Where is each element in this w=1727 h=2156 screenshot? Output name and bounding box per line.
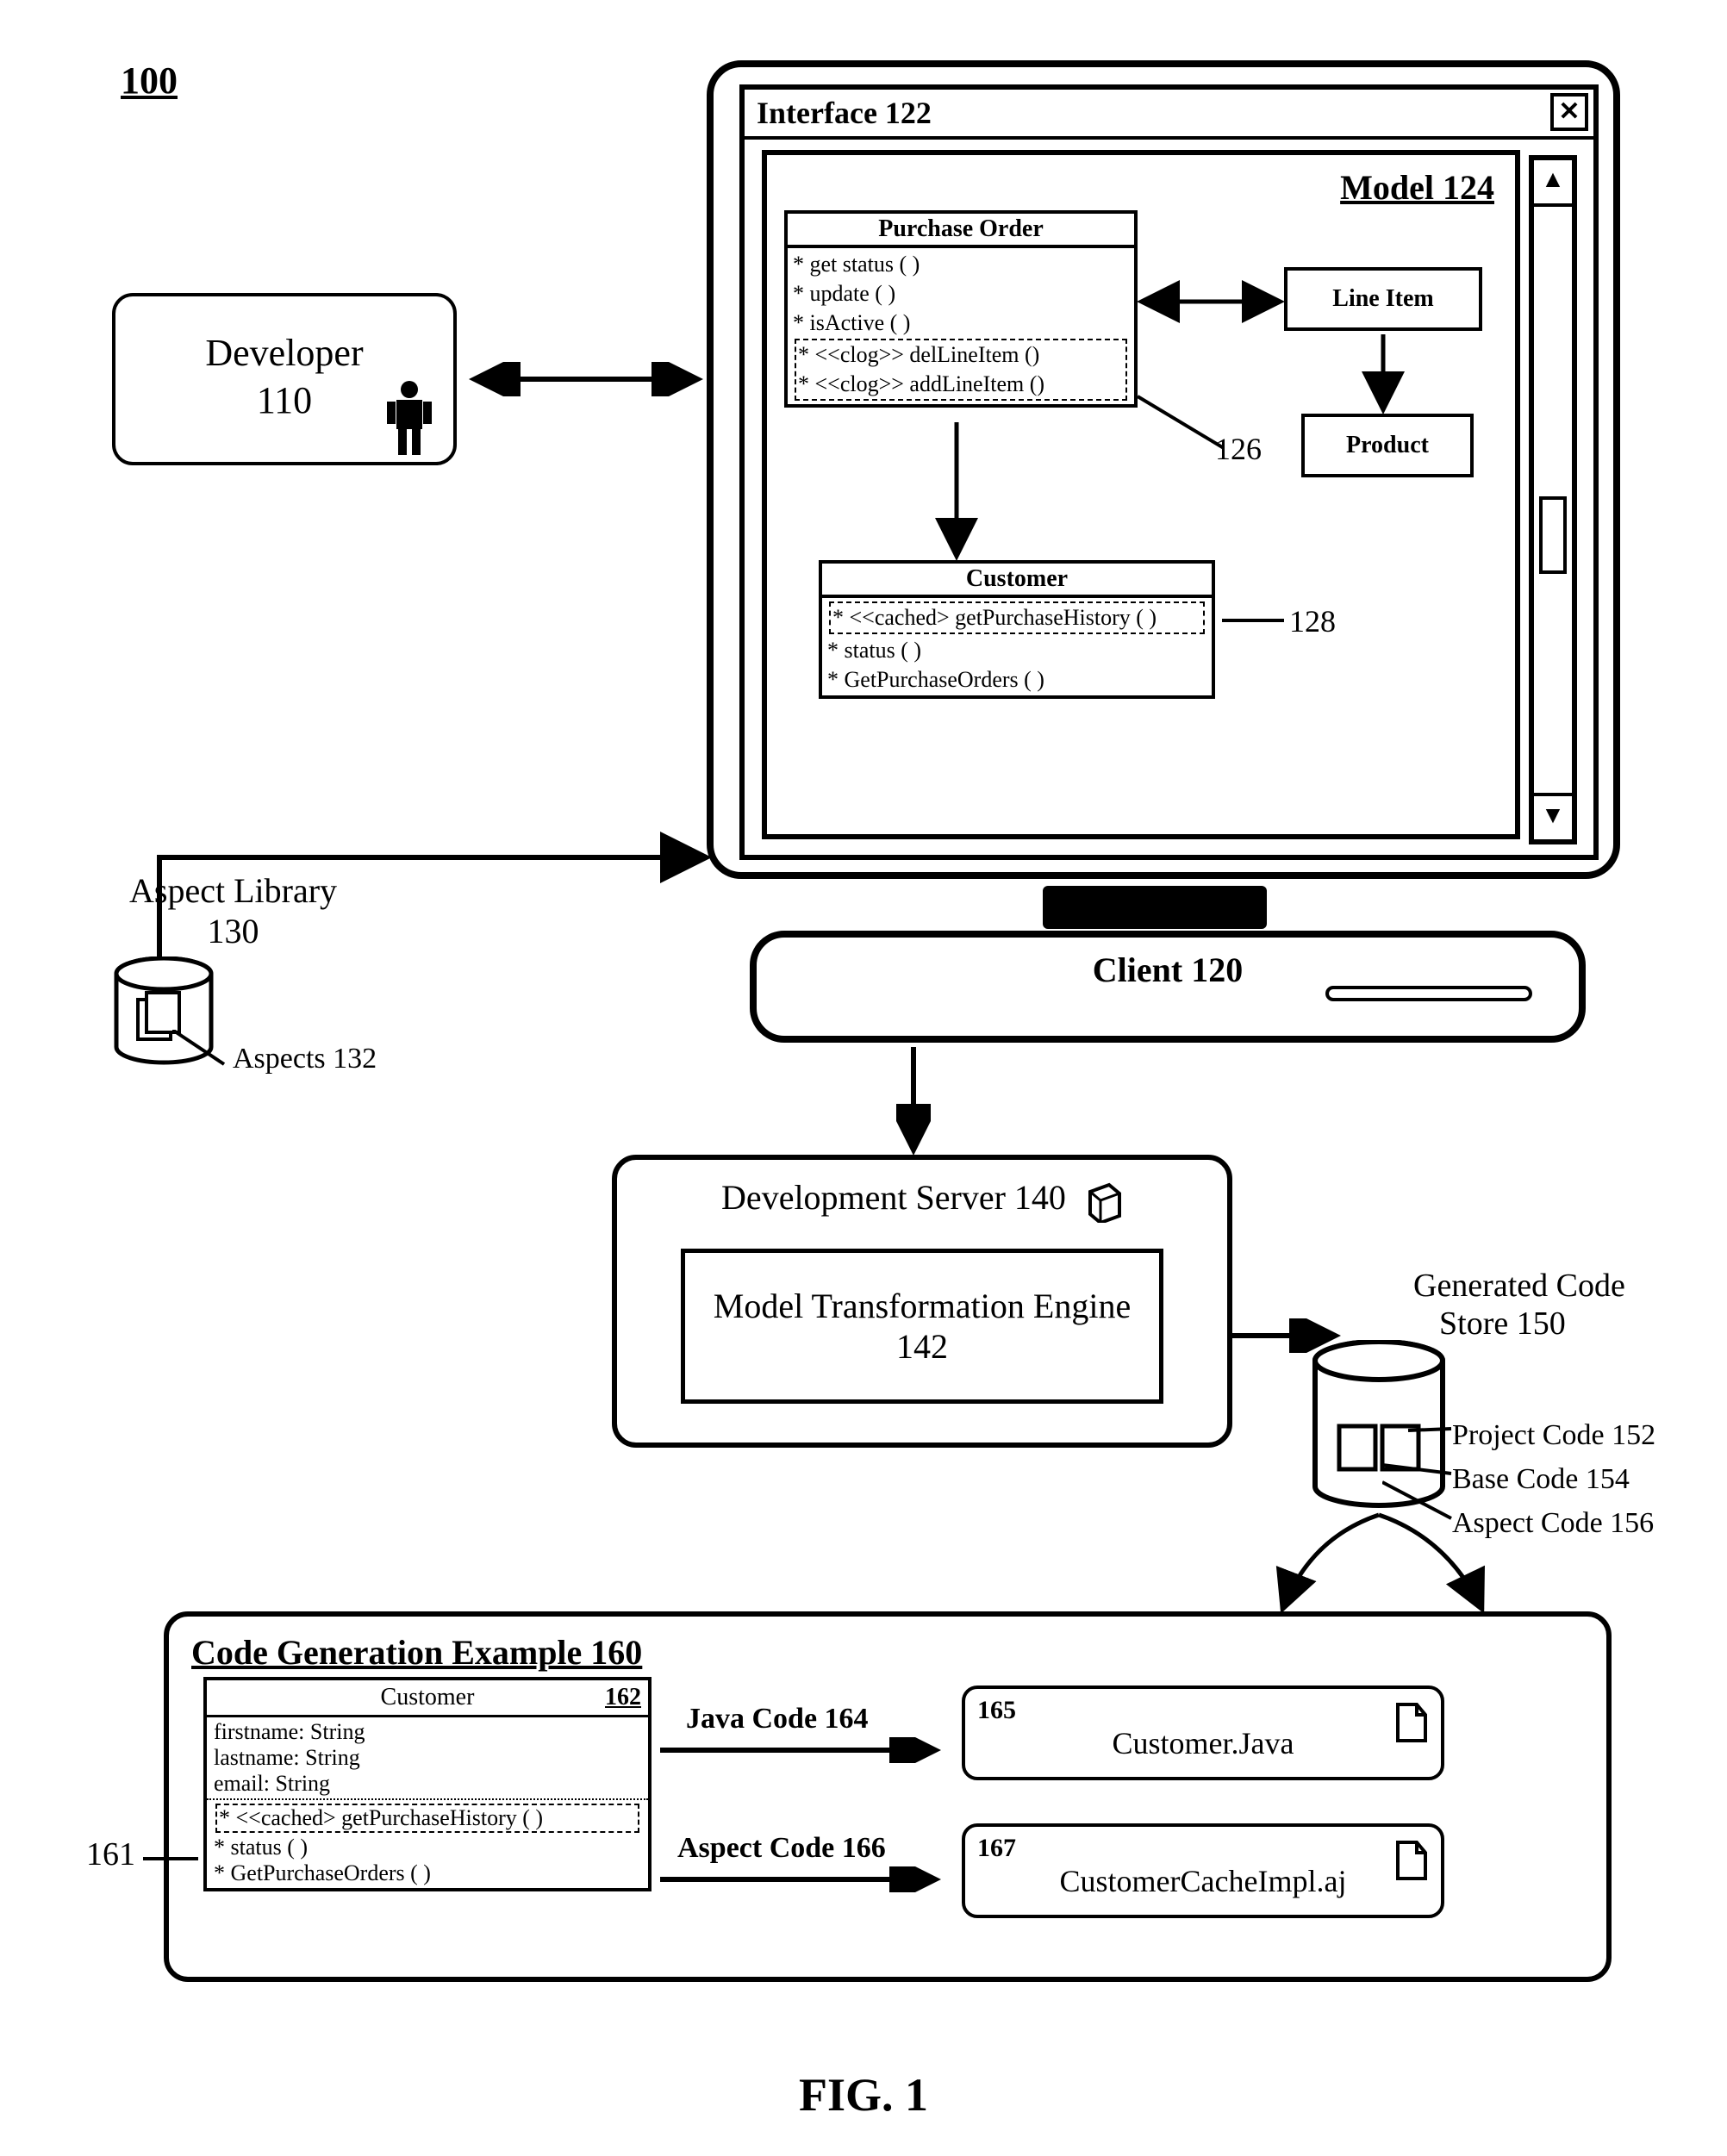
arrow-store-example bbox=[1275, 1508, 1499, 1620]
scroll-up-icon[interactable]: ▲ bbox=[1534, 160, 1572, 207]
attr-firstname: firstname: String bbox=[214, 1719, 641, 1745]
interface-window: Interface 122 ✕ Model 124 Purchase Order… bbox=[739, 84, 1599, 860]
server-cube-icon bbox=[1083, 1180, 1123, 1223]
file2-name: CustomerCacheImpl.aj bbox=[977, 1863, 1429, 1899]
scroll-thumb[interactable] bbox=[1539, 496, 1567, 574]
java-code-label: Java Code 164 bbox=[686, 1703, 869, 1735]
arrow-aspectlib-interface bbox=[112, 371, 715, 956]
po-m4: * <<clog>> delLineItem () bbox=[798, 340, 1124, 370]
document-icon bbox=[1394, 1701, 1429, 1744]
cge-title: Code Generation Example 160 bbox=[191, 1632, 1584, 1673]
gcs-l2: Store 150 bbox=[1439, 1305, 1625, 1343]
po-body: * get status ( ) * update ( ) * isActive… bbox=[788, 248, 1134, 404]
interface-title: Interface 122 ✕ bbox=[745, 90, 1593, 140]
diagram-canvas: 100 Developer 110 Interface 122 ✕ Model … bbox=[0, 0, 1727, 2156]
arrow-java bbox=[660, 1737, 945, 1763]
file-customer-java: 165 Customer.Java bbox=[962, 1686, 1444, 1780]
po-m1: * get status ( ) bbox=[793, 250, 1129, 279]
cust162-m1: * <<cached> getPurchaseHistory ( ) bbox=[219, 1805, 636, 1831]
base-code: Base Code 154 bbox=[1452, 1457, 1655, 1501]
mte-label: Model Transformation Engine 142 bbox=[685, 1286, 1159, 1367]
monitor: Interface 122 ✕ Model 124 Purchase Order… bbox=[707, 60, 1620, 879]
class-customer: Customer * <<cached> getPurchaseHistory … bbox=[819, 560, 1215, 699]
developer-label: Developer bbox=[205, 332, 363, 374]
scroll-down-icon[interactable]: ▼ bbox=[1534, 793, 1572, 839]
attr-email: email: String bbox=[214, 1771, 641, 1797]
cust-cached-group: * <<cached> getPurchaseHistory ( ) bbox=[829, 601, 1205, 634]
cust162-m3: * GetPurchaseOrders ( ) bbox=[214, 1860, 641, 1886]
line-item-label: Line Item bbox=[1332, 285, 1433, 313]
model-title: Model 124 bbox=[1340, 167, 1494, 208]
cust-title: Customer bbox=[822, 564, 1212, 598]
ref-126: 126 bbox=[1215, 431, 1262, 467]
po-m5: * <<clog>> addLineItem () bbox=[798, 370, 1124, 399]
dev-server-title: Development Server 140 bbox=[634, 1177, 1210, 1223]
ref-128: 128 bbox=[1289, 603, 1336, 639]
attr-lastname: lastname: String bbox=[214, 1745, 641, 1771]
cust-body: * <<cached> getPurchaseHistory ( ) * sta… bbox=[822, 598, 1212, 695]
product-label: Product bbox=[1346, 432, 1429, 459]
po-clog-group: * <<clog>> delLineItem () * <<clog>> add… bbox=[795, 339, 1127, 401]
file1-name: Customer.Java bbox=[977, 1725, 1429, 1761]
file2-id: 167 bbox=[977, 1834, 1429, 1863]
class-line-item: Line Item bbox=[1284, 267, 1482, 331]
drive-slot bbox=[1325, 986, 1532, 1001]
file-customer-cacheimpl: 167 CustomerCacheImpl.aj bbox=[962, 1823, 1444, 1918]
cust162-methods: * <<cached> getPurchaseHistory ( ) * sta… bbox=[207, 1800, 648, 1888]
po-title: Purchase Order bbox=[788, 214, 1134, 248]
aspect-code-label: Aspect Code 166 bbox=[677, 1832, 886, 1865]
gcs-l1: Generated Code bbox=[1413, 1267, 1625, 1305]
interface-title-text: Interface 122 bbox=[757, 96, 932, 130]
po-m3: * isActive ( ) bbox=[793, 308, 1129, 338]
ref-161: 161 bbox=[86, 1835, 135, 1873]
code-generation-example: Code Generation Example 160 Customer 162… bbox=[164, 1611, 1612, 1982]
cust162-title-row: Customer 162 bbox=[207, 1680, 648, 1717]
customer-box-162: Customer 162 firstname: String lastname:… bbox=[203, 1677, 652, 1891]
cust162-attrs: firstname: String lastname: String email… bbox=[207, 1717, 648, 1800]
figure-label: FIG. 1 bbox=[0, 2068, 1727, 2122]
cust162-m2: * status ( ) bbox=[214, 1835, 641, 1860]
client-label: Client 120 bbox=[1093, 950, 1243, 989]
class-product: Product bbox=[1301, 414, 1474, 477]
aspects-callout bbox=[172, 1030, 241, 1081]
close-icon[interactable]: ✕ bbox=[1550, 93, 1588, 131]
file1-id: 165 bbox=[977, 1696, 1429, 1725]
cust-m2: * status ( ) bbox=[827, 636, 1206, 665]
arrow-aspect bbox=[660, 1866, 945, 1892]
cust-m3: * GetPurchaseOrders ( ) bbox=[827, 665, 1206, 695]
scrollbar[interactable]: ▲ ▼ bbox=[1529, 155, 1577, 844]
badge-162: 162 bbox=[605, 1684, 641, 1711]
system-ref: 100 bbox=[121, 59, 178, 103]
document-icon bbox=[1394, 1839, 1429, 1882]
model-window: Model 124 Purchase Order * get status ( … bbox=[762, 150, 1520, 839]
cust162-cached: * <<cached> getPurchaseHistory ( ) bbox=[215, 1804, 639, 1833]
po-m2: * update ( ) bbox=[793, 279, 1129, 308]
cust162-title: Customer bbox=[381, 1684, 475, 1710]
client-box: Client 120 bbox=[750, 931, 1586, 1043]
development-server: Development Server 140 Model Transformat… bbox=[612, 1155, 1232, 1448]
class-purchase-order: Purchase Order * get status ( ) * update… bbox=[784, 210, 1138, 408]
project-code: Project Code 152 bbox=[1452, 1413, 1655, 1457]
code-store-label: Generated Code Store 150 bbox=[1413, 1267, 1625, 1343]
aspects-label: Aspects 132 bbox=[233, 1043, 377, 1075]
cust-m1: * <<cached> getPurchaseHistory ( ) bbox=[832, 603, 1201, 632]
mte-box: Model Transformation Engine 142 bbox=[681, 1249, 1163, 1404]
ref-161-line bbox=[143, 1846, 203, 1872]
arrow-client-server bbox=[896, 1047, 931, 1159]
dev-server-label: Development Server 140 bbox=[721, 1178, 1066, 1217]
monitor-stand bbox=[1043, 886, 1267, 929]
